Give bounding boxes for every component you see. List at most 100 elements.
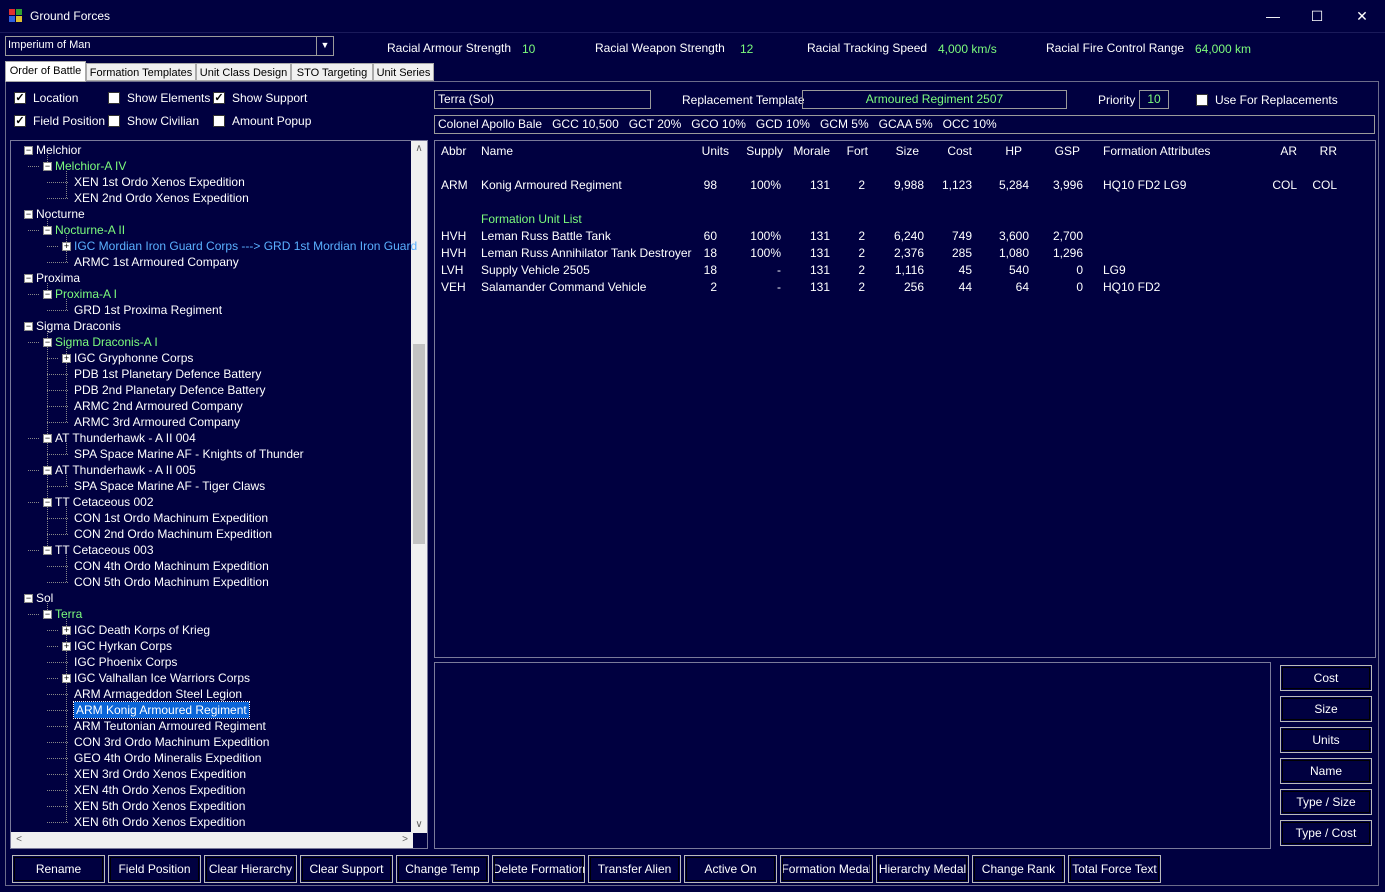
- tree-node[interactable]: XEN 1st Ordo Xenos Expedition: [74, 174, 245, 190]
- collapse-icon[interactable]: −: [43, 546, 52, 555]
- tree-node[interactable]: SPA Space Marine AF - Knights of Thunder: [74, 446, 304, 462]
- priority-field[interactable]: 10: [1139, 90, 1169, 109]
- replacement-template-field[interactable]: Armoured Regiment 2507: [802, 90, 1067, 109]
- expand-icon[interactable]: +: [62, 674, 71, 683]
- collapse-icon[interactable]: −: [43, 226, 52, 235]
- scroll-left-icon[interactable]: <: [11, 832, 27, 848]
- tree-node[interactable]: GEO 4th Ordo Mineralis Expedition: [74, 750, 261, 766]
- sort-size-button[interactable]: Size: [1280, 696, 1372, 722]
- tree-node[interactable]: ARMC 3rd Armoured Company: [74, 414, 240, 430]
- formation-grid[interactable]: Abbr Name Units Supply Morale Fort Size Cost HP G…: [434, 140, 1376, 658]
- active-on-button[interactable]: Active On: [684, 855, 777, 883]
- collapse-icon[interactable]: −: [43, 610, 52, 619]
- collapse-icon[interactable]: −: [43, 162, 52, 171]
- close-button[interactable]: ✕: [1339, 0, 1385, 32]
- tree-node[interactable]: IGC Gryphonne Corps: [74, 350, 193, 366]
- minimize-button[interactable]: —: [1250, 0, 1296, 32]
- expand-icon[interactable]: +: [62, 642, 71, 651]
- tree-node[interactable]: ARMC 2nd Armoured Company: [74, 398, 243, 414]
- change-temp-button[interactable]: Change Temp: [396, 855, 489, 883]
- collapse-icon[interactable]: −: [43, 290, 52, 299]
- tree-node[interactable]: XEN 3rd Ordo Xenos Expedition: [74, 766, 246, 782]
- scroll-right-icon[interactable]: >: [397, 832, 413, 848]
- tree-node[interactable]: CON 4th Ordo Machinum Expedition: [74, 558, 269, 574]
- tree-node[interactable]: AT Thunderhawk - A II 004: [55, 430, 196, 446]
- tree-node[interactable]: ARMC 1st Armoured Company: [74, 254, 239, 270]
- tree-node[interactable]: XEN 4th Ordo Xenos Expedition: [74, 782, 245, 798]
- sort-type-size-button[interactable]: Type / Size: [1280, 789, 1372, 815]
- tab-formation-templates[interactable]: Formation Templates: [86, 63, 196, 81]
- scroll-down-icon[interactable]: ∨: [411, 817, 427, 833]
- tree-node[interactable]: Proxima: [36, 270, 80, 286]
- tree-node[interactable]: Sol: [36, 590, 53, 606]
- expand-icon[interactable]: +: [62, 242, 71, 251]
- tab-order-of-battle[interactable]: Order of Battle: [5, 61, 86, 82]
- tree-node[interactable]: Sigma Draconis-A I: [55, 334, 158, 350]
- delete-formation-button[interactable]: Delete Formation: [492, 855, 585, 883]
- tree-node[interactable]: Nocturne: [36, 206, 85, 222]
- collapse-icon[interactable]: −: [43, 466, 52, 475]
- expand-icon[interactable]: +: [62, 626, 71, 635]
- tab-sto-targeting[interactable]: STO Targeting: [291, 63, 373, 81]
- maximize-button[interactable]: ☐: [1294, 0, 1340, 32]
- collapse-icon[interactable]: −: [24, 146, 33, 155]
- formation-medal-button[interactable]: Formation Medal: [780, 855, 873, 883]
- tree-node[interactable]: TT Cetaceous 003: [55, 542, 154, 558]
- tree-node[interactable]: IGC Death Korps of Krieg: [74, 622, 210, 638]
- tree-node[interactable]: PDB 1st Planetary Defence Battery: [74, 366, 261, 382]
- tree-node[interactable]: Sigma Draconis: [36, 318, 121, 334]
- collapse-icon[interactable]: −: [24, 594, 33, 603]
- tree-node[interactable]: CON 1st Ordo Machinum Expedition: [74, 510, 268, 526]
- tab-unit-class-design[interactable]: Unit Class Design: [196, 63, 291, 81]
- tree-node[interactable]: PDB 2nd Planetary Defence Battery: [74, 382, 265, 398]
- collapse-icon[interactable]: −: [43, 434, 52, 443]
- rename-button[interactable]: Rename: [12, 855, 105, 883]
- tree-node[interactable]: Nocturne-A II: [55, 222, 125, 238]
- tree-node[interactable]: Proxima-A I: [55, 286, 117, 302]
- tree-node[interactable]: AT Thunderhawk - A II 005: [55, 462, 196, 478]
- tree-horizontal-scrollbar[interactable]: < >: [11, 832, 413, 848]
- race-dropdown[interactable]: Imperium of Man ▼: [5, 36, 334, 56]
- tab-unit-series[interactable]: Unit Series: [373, 63, 434, 81]
- collapse-icon[interactable]: −: [43, 498, 52, 507]
- tree-node[interactable]: CON 5th Ordo Machinum Expedition: [74, 574, 269, 590]
- sort-type-cost-button[interactable]: Type / Cost: [1280, 820, 1372, 846]
- tree-node[interactable]: ARM Armageddon Steel Legion: [74, 686, 242, 702]
- tree-node[interactable]: XEN 2nd Ordo Xenos Expedition: [74, 190, 249, 206]
- tree-node[interactable]: CON 3rd Ordo Machinum Expedition: [74, 734, 269, 750]
- chevron-down-icon[interactable]: ▼: [316, 37, 333, 55]
- collapse-icon[interactable]: −: [24, 322, 33, 331]
- tree-node[interactable]: TT Cetaceous 002: [55, 494, 154, 510]
- collapse-icon[interactable]: −: [43, 338, 52, 347]
- hierarchy-medal-button[interactable]: Hierarchy Medal: [876, 855, 969, 883]
- tree-node[interactable]: Melchior: [36, 142, 81, 158]
- tree-node[interactable]: GRD 1st Proxima Regiment: [74, 302, 222, 318]
- expand-icon[interactable]: +: [62, 354, 71, 363]
- tree-node[interactable]: IGC Hyrkan Corps: [74, 638, 172, 654]
- clear-hierarchy-button[interactable]: Clear Hierarchy: [204, 855, 297, 883]
- tree-node[interactable]: ARM Teutonian Armoured Regiment: [74, 718, 266, 734]
- scroll-up-icon[interactable]: ∧: [411, 141, 427, 157]
- clear-support-button[interactable]: Clear Support: [300, 855, 393, 883]
- transfer-alien-button[interactable]: Transfer Alien: [588, 855, 681, 883]
- tree-node[interactable]: IGC Valhallan Ice Warriors Corps: [74, 670, 250, 686]
- sort-cost-button[interactable]: Cost: [1280, 665, 1372, 691]
- tree-node[interactable]: SPA Space Marine AF - Tiger Claws: [74, 478, 265, 494]
- tree-node[interactable]: IGC Phoenix Corps: [74, 654, 177, 670]
- tree-node[interactable]: Terra: [55, 606, 82, 622]
- collapse-icon[interactable]: −: [24, 274, 33, 283]
- tree-node[interactable]: IGC Mordian Iron Guard Corps ---> GRD 1s…: [74, 238, 417, 254]
- total-force-text-button[interactable]: Total Force Text: [1068, 855, 1161, 883]
- order-of-battle-tree[interactable]: ∧ ∨ < > − Melchior − Melchior-A IV XEN 1st O…: [10, 140, 428, 849]
- collapse-icon[interactable]: −: [24, 210, 33, 219]
- formation-notes-area[interactable]: [434, 662, 1271, 849]
- tree-node[interactable]: XEN 5th Ordo Xenos Expedition: [74, 798, 245, 814]
- scrollbar-thumb[interactable]: [413, 344, 425, 544]
- tree-node[interactable]: Melchior-A IV: [55, 158, 126, 174]
- sort-units-button[interactable]: Units: [1280, 727, 1372, 753]
- tree-node[interactable]: XEN 6th Ordo Xenos Expedition: [74, 814, 245, 830]
- tree-node[interactable]: ARM Konig Armoured Regiment: [73, 701, 250, 719]
- sort-name-button[interactable]: Name: [1280, 758, 1372, 784]
- field-position-button[interactable]: Field Position: [108, 855, 201, 883]
- change-rank-button[interactable]: Change Rank: [972, 855, 1065, 883]
